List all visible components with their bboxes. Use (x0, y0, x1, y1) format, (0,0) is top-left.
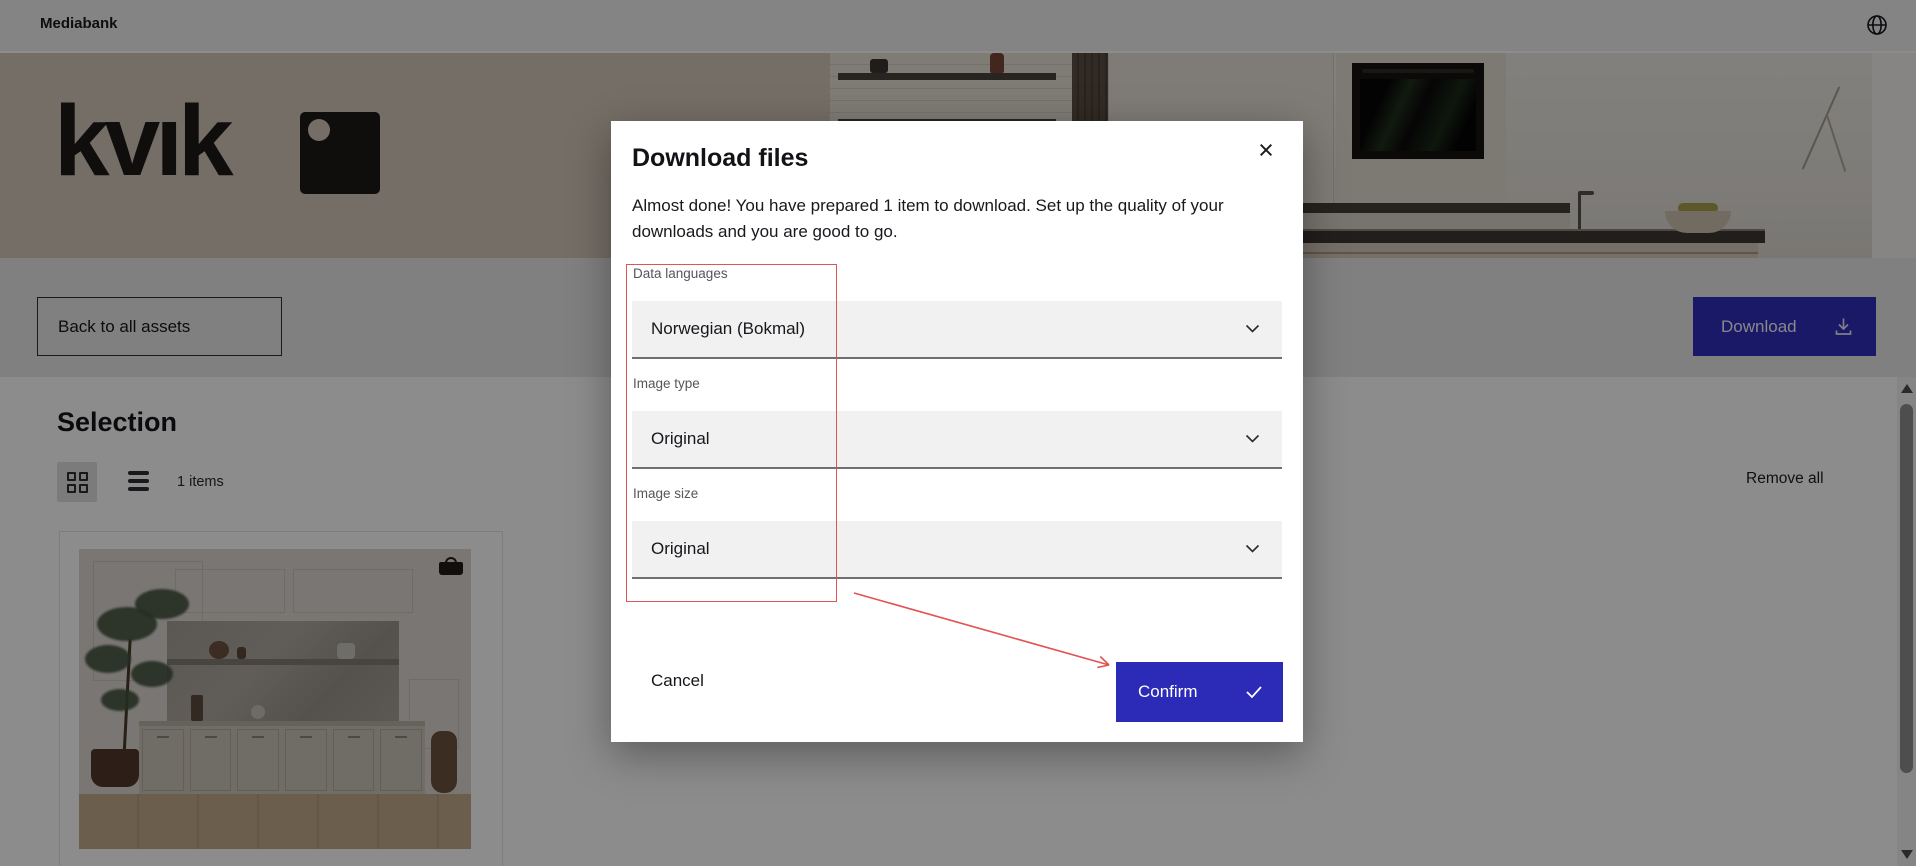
data-languages-label: Data languages (633, 266, 728, 281)
chevron-down-icon (1245, 324, 1260, 333)
image-size-value: Original (651, 539, 710, 558)
mediabank-app: Mediabank kvık Back to all assets Downlo… (0, 0, 1916, 866)
data-languages-select[interactable]: Norwegian (Bokmal) (632, 301, 1282, 359)
download-files-modal: Download files × Almost done! You have p… (611, 121, 1303, 742)
image-size-label: Image size (633, 486, 699, 501)
chevron-down-icon (1245, 544, 1260, 553)
confirm-button-label: Confirm (1138, 682, 1198, 701)
chevron-down-icon (1245, 434, 1260, 443)
image-type-label: Image type (633, 376, 700, 391)
check-icon (1246, 686, 1262, 699)
image-type-select[interactable]: Original (632, 411, 1282, 469)
data-languages-value: Norwegian (Bokmal) (651, 319, 805, 338)
image-type-value: Original (651, 429, 710, 448)
modal-title: Download files (632, 144, 809, 172)
close-icon[interactable]: × (1249, 133, 1283, 167)
modal-description: Almost done! You have prepared 1 item to… (632, 196, 1224, 241)
confirm-button[interactable]: Confirm (1116, 662, 1283, 722)
cancel-button[interactable]: Cancel (651, 671, 704, 691)
image-size-select[interactable]: Original (632, 521, 1282, 579)
